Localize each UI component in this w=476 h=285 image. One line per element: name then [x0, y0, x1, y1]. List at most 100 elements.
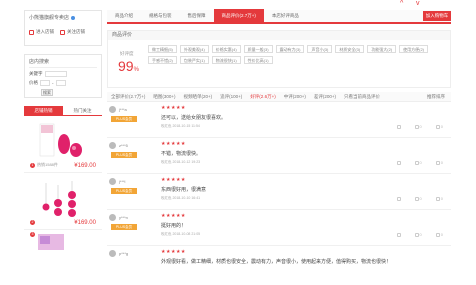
avatar — [109, 106, 116, 113]
review-username: p***g — [119, 251, 129, 256]
reply-button[interactable]: 0 — [435, 124, 443, 129]
review-tag[interactable]: 包装严实(1) — [179, 56, 209, 64]
keyword-label: 关键字 — [29, 71, 43, 76]
product-image[interactable] — [34, 120, 92, 162]
like-button[interactable]: 0 — [414, 160, 422, 165]
follow-shop-label: 关注店铺 — [67, 29, 85, 34]
rank-product[interactable]: 2 ¥169.00 — [24, 173, 102, 230]
filter-current-product[interactable]: 只看当前商品评价 — [344, 94, 380, 100]
thumbs-up-icon — [414, 196, 419, 201]
review-tag[interactable]: 声音小(3) — [307, 45, 333, 53]
review-text: 东西很好用，很满意 — [161, 187, 207, 193]
review-tag[interactable]: 外观美观(4) — [179, 45, 209, 53]
rating-title: 商品评价 — [108, 31, 450, 40]
thumbs-up-icon — [414, 124, 419, 129]
product-image[interactable] — [34, 177, 92, 219]
review-text: 外观很好看，做工精细，材质也很安全，震动有力，声音很小，使用起来方便，值得购买，… — [161, 259, 392, 265]
review-username: z***5 — [119, 143, 128, 148]
main-content: 商品介绍 规格与包装 售后保障 商品评价(2.7万+) 本店好评商品 加入购物车… — [107, 9, 451, 276]
review-meta: 玫红色 2018-10-12 19:23 — [161, 160, 201, 164]
vip-badge: PLUS会员 — [111, 224, 137, 230]
good-rate: 99% — [118, 58, 139, 74]
review-tags: 做工精细(5) 外观美观(4) 价格实惠(4) 质量一般(3) 震动有力(3) … — [148, 45, 448, 64]
filter-negative[interactable]: 差评(200+) — [314, 94, 336, 100]
thumbs-up-icon — [414, 160, 419, 165]
tab-hot-follow[interactable]: 热门关注 — [63, 106, 102, 115]
rank-number: 2 — [30, 220, 35, 225]
review-tag[interactable]: 使用方便(2) — [399, 45, 429, 53]
enter-shop-label: 进入店铺 — [36, 29, 54, 34]
rank-product[interactable]: 1 热销1588件 ¥169.00 — [24, 116, 102, 173]
filter-positive[interactable]: 好评(2.6万+) — [250, 94, 275, 100]
star-rating: ★★★★★ — [161, 249, 186, 255]
review-tag[interactable]: 手感不错(2) — [148, 56, 177, 64]
chevron-down-icon[interactable]: v — [416, 0, 420, 7]
tab-after-sales[interactable]: 售后保障 — [180, 9, 214, 23]
review-tag[interactable]: 质量一般(3) — [243, 45, 273, 53]
comment-icon — [435, 124, 440, 129]
shop-name[interactable]: 小熊猫旗舰专卖店 — [29, 14, 69, 21]
review-tag[interactable]: 材质安全(3) — [335, 45, 365, 53]
vip-badge: PLUS会员 — [111, 152, 137, 158]
like-button[interactable]: 0 — [414, 232, 422, 237]
review-text: 挺好用的！ — [161, 223, 187, 229]
tab-spec[interactable]: 规格与包装 — [141, 9, 180, 23]
enter-shop-button[interactable]: 进入店铺 — [29, 29, 54, 35]
review-tag[interactable]: 物流很快(1) — [211, 56, 241, 64]
filter-all[interactable]: 全部评价(2.7万+) — [111, 94, 145, 100]
filter-neutral[interactable]: 中评(200+) — [284, 94, 306, 100]
reply-button[interactable]: 0 — [435, 160, 443, 165]
reply-button[interactable]: 0 — [435, 232, 443, 237]
review-tag[interactable]: 震动有力(3) — [275, 45, 305, 53]
product-tabs: 商品介绍 规格与包装 售后保障 商品评价(2.7万+) 本店好评商品 加入购物车 — [107, 9, 451, 24]
add-to-cart-button[interactable]: 加入购物车 — [423, 11, 451, 21]
filter-videos[interactable]: 视频晒单(20+) — [184, 94, 213, 100]
comment-icon — [435, 232, 440, 237]
rank-number: 1 — [30, 162, 35, 168]
star-rating: ★★★★★ — [161, 141, 186, 147]
review-tag[interactable]: 性价比高(1) — [243, 56, 273, 64]
tab-shop-good[interactable]: 本店好评商品 — [264, 9, 307, 23]
price-min-input[interactable] — [40, 80, 50, 86]
report-button[interactable] — [396, 124, 401, 129]
price-label: 价格 — [29, 80, 38, 85]
thumbs-up-icon — [414, 232, 419, 237]
filter-photos[interactable]: 晒图(300+) — [153, 94, 175, 100]
tab-product-intro[interactable]: 商品介绍 — [107, 9, 141, 23]
review-tag[interactable]: 功能强大(2) — [367, 45, 397, 53]
top-strip: ^ v — [0, 0, 476, 8]
review-item: z***5 PLUS会员 ★★★★★ 不错，物流很快。 玫红色 2018-10-… — [107, 138, 451, 174]
star-rating: ★★★★★ — [161, 213, 186, 219]
sort-select[interactable]: 推荐排序 — [427, 94, 445, 100]
review-tag[interactable]: 做工精细(5) — [148, 45, 177, 53]
report-button[interactable] — [396, 196, 401, 201]
product-image[interactable] — [36, 232, 76, 250]
price-max-input[interactable] — [55, 80, 66, 86]
like-button[interactable]: 0 — [414, 196, 422, 201]
tab-reviews[interactable]: 商品评价(2.7万+) — [213, 9, 264, 23]
product-price: ¥169.00 — [74, 163, 96, 169]
review-item: j***a PLUS会员 ★★★★★ 还可以，送给女朋友很喜欢。 玫红色 201… — [107, 102, 451, 138]
keyword-input[interactable] — [44, 71, 67, 77]
report-button[interactable] — [396, 160, 401, 165]
avatar — [109, 142, 116, 149]
tab-hot-sales[interactable]: 店铺热销 — [24, 106, 63, 115]
reply-button[interactable]: 0 — [435, 196, 443, 201]
review-tag[interactable]: 价格实惠(4) — [211, 45, 241, 53]
review-item: p***g ★★★★★ 外观很好看，做工精细，材质也很安全，震动有力，声音很小，… — [107, 246, 451, 276]
rating-summary: 商品评价 好评度 99% 做工精细(5) 外观美观(4) 价格实惠(4) 质量一… — [107, 30, 451, 88]
like-button[interactable]: 0 — [414, 124, 422, 129]
follow-shop-button[interactable]: 关注店铺 — [60, 29, 85, 35]
good-rate-value: 99 — [118, 58, 134, 74]
rank-product[interactable]: 3 — [24, 230, 102, 250]
chevron-up-icon[interactable]: ^ — [400, 0, 403, 7]
review-text: 还可以，送给女朋友很喜欢。 — [161, 115, 227, 121]
review-text: 不错，物流很快。 — [161, 151, 202, 157]
review-meta: 玫红色 2018-10-08 21:05 — [161, 232, 201, 236]
flag-icon — [396, 232, 401, 237]
filter-followup[interactable]: 追评(100+) — [220, 94, 242, 100]
report-button[interactable] — [396, 232, 401, 237]
shop-search-button[interactable]: 搜索 — [41, 89, 53, 96]
contact-icon[interactable] — [71, 15, 76, 20]
left-sidebar: 小熊猫旗舰专卖店 进入店铺 关注店铺 店内搜索 关键字 价格 - 搜索 店铺热销… — [24, 10, 102, 250]
